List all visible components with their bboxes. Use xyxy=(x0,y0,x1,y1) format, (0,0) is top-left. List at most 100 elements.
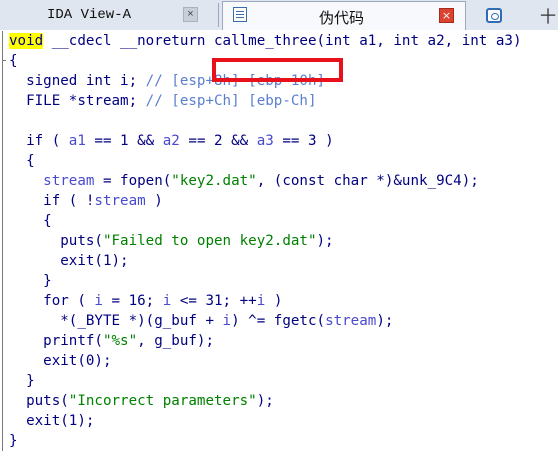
code-line[interactable]: if ( !stream ) xyxy=(9,191,163,211)
code-token: , (const char *)&unk_9C4); xyxy=(256,173,479,189)
more-tabs-icon[interactable]: 十 xyxy=(540,3,556,27)
code-token: ) ^= fgetc( xyxy=(231,313,326,329)
code-token: a1 xyxy=(68,133,86,149)
code-token: // [esp+Ch] [ebp-Ch] xyxy=(145,93,317,109)
code-token: for ( xyxy=(9,293,95,309)
code-token: { xyxy=(9,153,35,169)
code-token: if ( xyxy=(9,133,69,149)
code-token: if ( ! xyxy=(9,193,95,209)
gutter-marker xyxy=(0,311,6,331)
gutter-marker xyxy=(0,211,6,231)
code-token: <= 31; ++ xyxy=(171,293,257,309)
code-line[interactable]: { xyxy=(9,211,52,231)
code-line[interactable]: puts("Incorrect parameters"); xyxy=(9,391,274,411)
code-line[interactable]: *(_BYTE *)(g_buf + i) ^= fgetc(stream); xyxy=(9,311,393,331)
code-token: exit(1); xyxy=(9,413,95,429)
code-line[interactable]: { xyxy=(9,151,35,171)
code-line[interactable]: FILE *stream; // [esp+Ch] [ebp-Ch] xyxy=(9,91,317,111)
gutter-marker xyxy=(0,391,6,411)
code-token: { xyxy=(9,213,52,229)
code-token: *(_BYTE *)(g_buf + xyxy=(9,313,223,329)
code-token: i xyxy=(94,293,103,309)
tab-pseudocode[interactable]: 伪代码 × xyxy=(222,1,466,30)
code-token: FILE *stream; xyxy=(9,93,146,109)
code-token: __cdecl __noreturn callme_three(int a1, … xyxy=(43,33,522,49)
code-line[interactable]: { xyxy=(9,51,18,71)
code-line[interactable]: if ( a1 == 1 && a2 == 2 && a3 == 3 ) xyxy=(9,131,334,151)
tab-hex-view[interactable] xyxy=(470,2,545,29)
code-token: == 3 ) xyxy=(273,133,334,149)
tab-pseudocode-label: 伪代码 xyxy=(319,9,365,27)
code-token: ) xyxy=(265,293,283,309)
code-line[interactable]: printf("%s", g_buf); xyxy=(9,331,214,351)
gutter-marker xyxy=(0,331,6,351)
code-token: "key2.dat" xyxy=(171,173,257,189)
gutter-marker xyxy=(0,71,6,91)
code-token: a2 xyxy=(162,133,180,149)
code-token: , g_buf); xyxy=(137,333,215,349)
tab-divider xyxy=(218,3,219,27)
gutter-marker xyxy=(0,151,6,171)
code-line[interactable]: exit(1); xyxy=(9,411,94,431)
code-line[interactable]: stream = fopen("key2.dat", (const char *… xyxy=(9,171,479,191)
pseudocode-icon xyxy=(233,7,247,22)
code-token: i xyxy=(256,293,266,309)
tab-ida-view-a[interactable]: IDA View-A × xyxy=(0,2,218,29)
code-token: ); xyxy=(256,393,274,409)
code-token: == 2 && xyxy=(179,133,257,149)
code-line[interactable]: exit(0); xyxy=(9,351,112,371)
code-line[interactable]: } xyxy=(9,431,18,451)
code-token: printf( xyxy=(9,333,103,349)
code-token: stream xyxy=(43,173,95,189)
code-token: } xyxy=(9,273,52,289)
gutter-marker xyxy=(0,111,6,131)
hex-view-icon xyxy=(486,8,502,23)
code-token: puts( xyxy=(9,393,69,409)
code-line[interactable]: } xyxy=(9,271,52,291)
code-token: signed int i; xyxy=(9,73,146,89)
code-token: stream xyxy=(94,193,146,209)
gutter-marker xyxy=(0,271,6,291)
gutter-marker xyxy=(0,351,6,371)
gutter-marker xyxy=(0,431,6,451)
code-line[interactable]: puts("Failed to open key2.dat"); xyxy=(9,231,334,251)
gutter-marker xyxy=(0,191,6,211)
code-line[interactable]: for ( i = 16; i <= 31; ++i ) xyxy=(9,291,282,311)
gutter-marker xyxy=(0,251,6,271)
code-token: exit(1); xyxy=(9,253,129,269)
code-token: void xyxy=(9,33,44,49)
gutter-marker xyxy=(0,91,6,111)
gutter-marker xyxy=(0,51,6,71)
pseudocode-view[interactable]: void __cdecl __noreturn callme_three(int… xyxy=(0,30,558,454)
code-line[interactable]: void __cdecl __noreturn callme_three(int… xyxy=(9,31,522,51)
code-token: ); xyxy=(316,233,334,249)
close-icon[interactable]: × xyxy=(439,8,454,23)
tab-ida-view-a-label: IDA View-A xyxy=(47,7,132,23)
code-line[interactable]: } xyxy=(9,371,35,391)
gutter-marker xyxy=(0,171,6,191)
code-token: { xyxy=(9,53,18,69)
code-token: i xyxy=(222,313,232,329)
code-token: "Failed to open key2.dat" xyxy=(102,233,317,249)
gutter-marker xyxy=(0,411,6,431)
gutter-marker xyxy=(0,291,6,311)
gutter-marker xyxy=(0,371,6,391)
code-token: ); xyxy=(376,313,394,329)
code-token: a3 xyxy=(256,133,274,149)
code-token: stream xyxy=(325,313,377,329)
code-token: = 16; xyxy=(102,293,163,309)
code-token: } xyxy=(9,433,18,449)
gutter-marker xyxy=(0,31,6,51)
code-token: } xyxy=(9,373,35,389)
gutter-marker xyxy=(0,231,6,251)
tab-bar: IDA View-A × 伪代码 × 十 xyxy=(0,0,558,31)
code-line[interactable]: exit(1); xyxy=(9,251,129,271)
code-token: ) xyxy=(145,193,163,209)
code-token: exit(0); xyxy=(9,353,112,369)
code-token: == 1 && xyxy=(85,133,163,149)
highlight-callout-box xyxy=(212,58,343,82)
close-icon[interactable]: × xyxy=(183,7,198,22)
code-token: "Incorrect parameters" xyxy=(68,393,257,409)
code-token: puts( xyxy=(9,233,103,249)
